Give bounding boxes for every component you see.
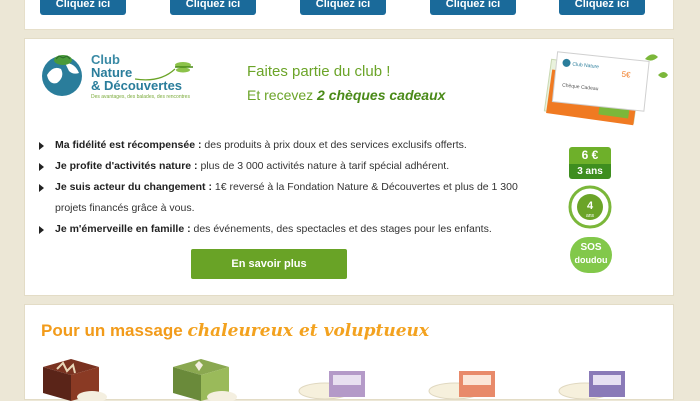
top-buttons-row: Cliquez ici Cliquez ici Cliquez ici Cliq… [24,0,674,30]
badge-doudou: doudou [574,255,608,265]
massage-title-prefix: Pour un massage [41,321,188,340]
arrow-bullet-icon [39,163,44,171]
cliquez-ici-button-5[interactable]: Cliquez ici [559,0,645,15]
candle-product-image[interactable] [557,359,637,401]
cliquez-ici-button-4[interactable]: Cliquez ici [430,0,516,15]
join-sub-prefix: Et recevez [247,87,318,103]
candle-product-image[interactable] [37,359,107,401]
badge-4-number: 4 [587,200,594,212]
logo-tagline: Des avantages, des balades, des rencontr… [91,94,190,100]
badge-4-unit: ans [586,213,595,219]
benefit-item: Je profite d'activités nature : plus de … [39,156,519,177]
cliquez-ici-button-1[interactable]: Cliquez ici [40,0,126,15]
join-sub-bold: 2 chèques cadeaux [317,87,446,103]
cheque-amount: 5€ [621,70,631,80]
join-club-subtitle: Et recevez 2 chèques cadeaux [247,87,445,103]
arrow-bullet-icon [39,226,44,234]
benefit-item: Ma fidélité est récompensée : des produi… [39,135,519,156]
candle-product-image[interactable] [427,359,507,401]
benefit-text: des produits à prix doux et des services… [201,139,467,151]
turtle-globe-icon [42,55,82,96]
sos-doudou-badge: SOS doudou [570,237,612,273]
badge-sos: SOS [580,242,602,253]
massage-panel: Pour un massage chaleureux et voluptueux [24,304,674,401]
join-club-title: Faites partie du club ! [247,63,391,80]
massage-title-highlight: chaleureux et voluptueux [187,321,430,341]
benefit-item: Je suis acteur du changement : 1€ revers… [39,177,519,219]
badge-price: 6 € [569,147,611,164]
candle-product-image[interactable] [167,359,237,401]
cliquez-ici-button-2[interactable]: Cliquez ici [170,0,256,15]
four-years-badge-icon: 4 ans [568,185,612,229]
en-savoir-plus-button[interactable]: En savoir plus [191,249,347,279]
candle-product-image[interactable] [297,359,377,401]
gift-cheques-icon: Club Nature 5€ Chèque Cadeau [543,51,668,126]
dragonfly-icon [135,62,193,81]
cliquez-ici-button-3[interactable]: Cliquez ici [300,0,386,15]
benefit-bold: Je profite d'activités nature : [55,160,198,172]
benefit-bold: Je suis acteur du changement : [55,181,212,193]
benefit-bold: Ma fidélité est récompensée : [55,139,202,151]
benefit-item: Je m'émerveille en famille : des événeme… [39,219,519,240]
benefit-text: des événements, des spectacles et des st… [190,223,492,235]
price-badge: 6 € 3 ans [569,147,611,179]
benefits-list: Ma fidélité est récompensée : des produi… [39,135,519,240]
badge-years: 3 ans [569,164,611,179]
massage-title: Pour un massage chaleureux et voluptueux [41,321,429,341]
arrow-bullet-icon [39,184,44,192]
club-panel: Club Nature & Découvertes Des avantages,… [24,38,674,296]
benefit-bold: Je m'émerveille en famille : [55,223,191,235]
arrow-bullet-icon [39,142,44,150]
benefit-text: plus de 3 000 activités nature à tarif s… [197,160,450,172]
